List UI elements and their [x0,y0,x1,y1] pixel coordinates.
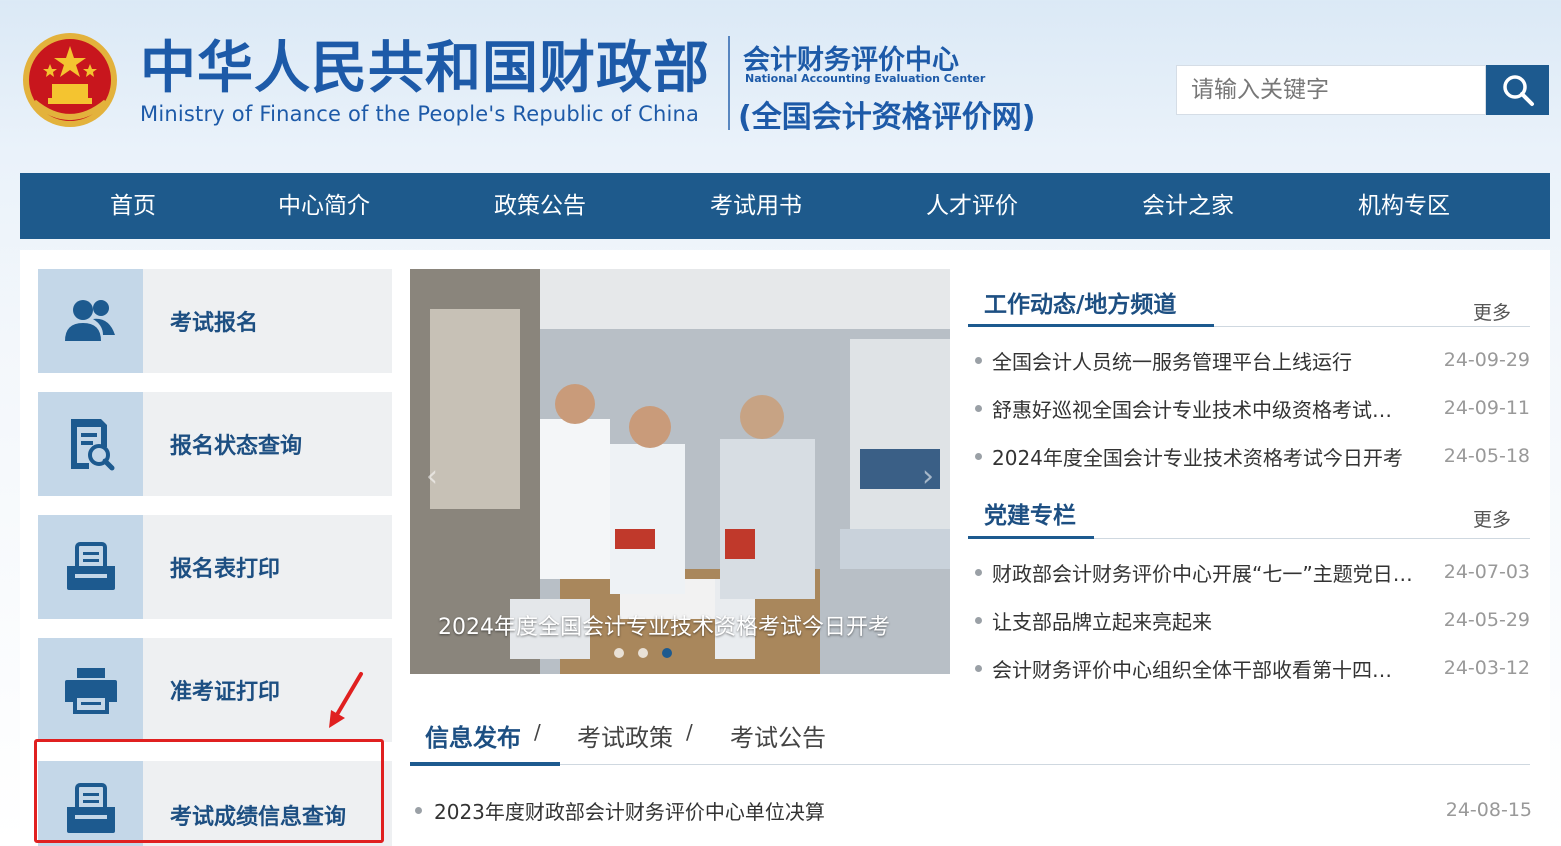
tile-icon-wrap [38,392,143,496]
bullet [975,616,982,624]
work-news-more-link[interactable]: 更多 [1473,298,1511,325]
nav-item-home[interactable]: 首页 [110,173,156,239]
tab-exam-announcement[interactable]: 考试公告 [730,718,826,753]
news-slideshow[interactable]: ‹ › 2024年度全国会计专业技术资格考试今日开考 [410,269,950,674]
tile-label: 准考证打印 [170,680,281,705]
bullet [975,664,982,672]
bullet [415,806,422,814]
main-nav: 首页 中心简介 政策公告 考试用书 人才评价 会计之家 机构专区 [20,173,1550,239]
search-icon [1502,75,1534,106]
tile-icon-wrap [38,638,143,742]
nav-item-books[interactable]: 考试用书 [710,173,802,239]
slide-dot[interactable] [638,648,648,658]
list-item[interactable]: 舒惠好巡视全国会计专业技术中级资格考试… 24-09-11 [975,393,1530,423]
quick-link-exam-registration[interactable]: 考试报名 [38,269,392,373]
bullet [975,404,982,412]
nav-item-about[interactable]: 中心简介 [278,173,370,239]
slide-prev-button[interactable]: ‹ [426,459,438,494]
quick-link-form-print[interactable]: 报名表打印 [38,515,392,619]
tile-icon-wrap [38,269,143,373]
nav-item-home-of-accountants[interactable]: 会计之家 [1142,173,1234,239]
bullet [975,356,982,364]
bullet [975,568,982,576]
document-search-icon [70,419,114,471]
pointer-arrow-icon [329,672,363,728]
form-print-icon [66,542,115,590]
search-button[interactable] [1486,65,1549,115]
list-item[interactable]: 财政部会计财务评价中心开展“七一”主题党日… 24-07-03 [975,557,1530,587]
tile-label: 报名状态查询 [170,434,303,459]
printer-icon [64,668,117,714]
tab-separator: / [534,720,541,744]
search-input[interactable] [1177,66,1485,114]
news-title: 2023年度财政部会计财务评价中心单位决算 [434,799,825,824]
slide-pagination [614,648,672,658]
center-subtitle: (全国会计资格评价网) [738,100,1036,135]
news-date: 24-05-29 [1443,609,1530,631]
news-date: 24-07-03 [1443,561,1530,583]
tile-label: 报名表打印 [170,557,281,582]
news-title: 全国会计人员统一服务管理平台上线运行 [992,349,1352,374]
news-date: 24-05-18 [1443,445,1530,467]
users-icon [64,300,115,341]
tab-info-release[interactable]: 信息发布 [425,718,521,753]
tab-separator: / [686,720,693,744]
slide-dot-active[interactable] [662,648,672,658]
national-emblem-icon[interactable] [22,32,118,132]
list-item[interactable]: 让支部品牌立起来亮起来 24-05-29 [975,605,1530,635]
slide-next-button[interactable]: › [922,459,934,494]
tabs-divider [410,764,1530,765]
ministry-title-en: Ministry of Finance of the People's Repu… [140,102,700,126]
center-title-en: National Accounting Evaluation Center [745,72,986,85]
news-date: 24-03-12 [1443,657,1530,679]
news-title: 2024年度全国会计专业技术资格考试今日开考 [992,445,1403,470]
news-title: 舒惠好巡视全国会计专业技术中级资格考试… [992,397,1392,422]
news-date: 24-08-15 [1445,799,1532,821]
party-news-title[interactable]: 党建专栏 [984,496,1076,530]
slide-caption[interactable]: 2024年度全国会计专业技术资格考试今日开考 [438,609,890,641]
tile-icon-wrap [38,515,143,619]
section-underline [968,536,1094,539]
news-date: 24-09-29 [1443,349,1530,371]
news-title: 会计财务评价中心组织全体干部收看第十四… [992,657,1392,682]
list-item[interactable]: 全国会计人员统一服务管理平台上线运行 24-09-29 [975,345,1530,375]
ministry-title-cn: 中华人民共和国财政部 [140,36,710,101]
search-box [1176,65,1486,115]
party-news-more-link[interactable]: 更多 [1473,505,1511,532]
list-item[interactable]: 2024年度全国会计专业技术资格考试今日开考 24-05-18 [975,441,1530,471]
list-item[interactable]: 2023年度财政部会计财务评价中心单位决算 24-08-15 [415,795,1532,825]
list-item[interactable]: 会计财务评价中心组织全体干部收看第十四… 24-03-12 [975,653,1530,683]
bullet [975,452,982,460]
header-divider [728,36,730,130]
news-date: 24-09-11 [1443,397,1530,419]
nav-item-policy[interactable]: 政策公告 [494,173,586,239]
tab-exam-policy[interactable]: 考试政策 [577,718,673,753]
quick-link-registration-status[interactable]: 报名状态查询 [38,392,392,496]
tile-label: 考试报名 [170,311,259,336]
slide-dot[interactable] [614,648,624,658]
news-title: 让支部品牌立起来亮起来 [992,609,1212,634]
highlight-box [34,739,384,843]
site-header: 中华人民共和国财政部 Ministry of Finance of the Pe… [0,0,1561,172]
nav-item-talent[interactable]: 人才评价 [926,173,1018,239]
active-tab-indicator [410,762,560,766]
news-title: 财政部会计财务评价中心开展“七一”主题党日… [992,561,1413,586]
section-underline [968,324,1214,327]
work-news-title[interactable]: 工作动态/地方频道 [984,285,1176,319]
nav-item-institutions[interactable]: 机构专区 [1358,173,1450,239]
